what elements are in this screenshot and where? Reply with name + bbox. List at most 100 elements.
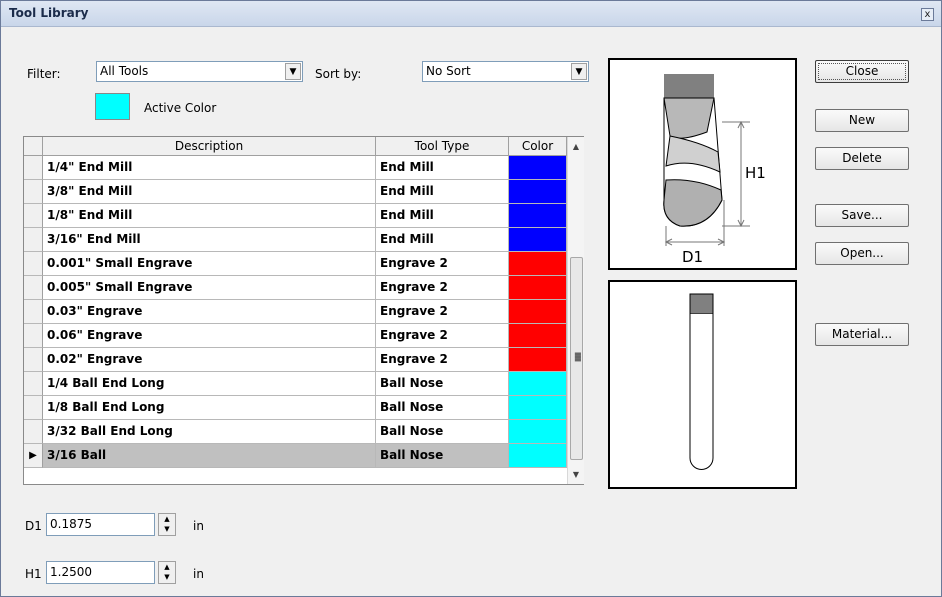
cell-color[interactable] — [509, 444, 567, 468]
cell-description[interactable]: 0.005" Small Engrave — [43, 276, 376, 300]
cell-tool-type[interactable]: End Mill — [376, 156, 509, 180]
cell-tool-type[interactable]: Ball Nose — [376, 396, 509, 420]
cell-color[interactable] — [509, 324, 567, 348]
stepper-up-icon[interactable]: ▲ — [159, 562, 175, 572]
stepper-down-icon[interactable]: ▼ — [159, 524, 175, 534]
cell-description[interactable]: 0.02" Engrave — [43, 348, 376, 372]
table-row[interactable]: 0.03" Engrave Engrave 2 — [24, 300, 567, 324]
sort-label: Sort by: — [315, 67, 362, 81]
row-header[interactable] — [24, 324, 43, 348]
cell-tool-type[interactable]: Engrave 2 — [376, 252, 509, 276]
chevron-down-icon[interactable]: ▼ — [285, 63, 301, 80]
cell-description[interactable]: 1/8" End Mill — [43, 204, 376, 228]
row-header[interactable] — [24, 228, 43, 252]
row-header[interactable] — [24, 204, 43, 228]
cell-description[interactable]: 3/8" End Mill — [43, 180, 376, 204]
cell-color[interactable] — [509, 396, 567, 420]
material-button[interactable]: Material... — [815, 323, 909, 346]
row-header[interactable] — [24, 300, 43, 324]
delete-button[interactable]: Delete — [815, 147, 909, 170]
cell-color[interactable] — [509, 228, 567, 252]
column-header-tool-type[interactable]: Tool Type — [376, 137, 509, 156]
d1-unit: in — [193, 519, 204, 533]
cell-tool-type[interactable]: Ball Nose — [376, 444, 509, 468]
column-header-color[interactable]: Color — [509, 137, 567, 156]
cell-description[interactable]: 1/4 Ball End Long — [43, 372, 376, 396]
table-row[interactable]: 1/8 Ball End Long Ball Nose — [24, 396, 567, 420]
row-header[interactable] — [24, 396, 43, 420]
row-header[interactable] — [24, 372, 43, 396]
cell-description[interactable]: 3/16" End Mill — [43, 228, 376, 252]
cell-description[interactable]: 1/8 Ball End Long — [43, 396, 376, 420]
window-close-icon[interactable]: x — [921, 8, 934, 21]
row-header[interactable] — [24, 180, 43, 204]
table-row[interactable]: 0.005" Small Engrave Engrave 2 — [24, 276, 567, 300]
active-color-label: Active Color — [144, 101, 217, 115]
tool-grid[interactable]: Description Tool Type Color 1/4" End Mil… — [23, 136, 584, 485]
close-button[interactable]: Close — [815, 60, 909, 83]
tool-diagram-panel: H1 D1 — [608, 58, 797, 270]
cell-tool-type[interactable]: Engrave 2 — [376, 300, 509, 324]
cell-tool-type[interactable]: Engrave 2 — [376, 276, 509, 300]
table-row[interactable]: 0.02" Engrave Engrave 2 — [24, 348, 567, 372]
table-row[interactable]: ▶ 3/16 Ball Ball Nose — [24, 444, 567, 468]
cell-color[interactable] — [509, 348, 567, 372]
stepper-down-icon[interactable]: ▼ — [159, 572, 175, 582]
cell-tool-type[interactable]: Engrave 2 — [376, 348, 509, 372]
cell-description[interactable]: 0.03" Engrave — [43, 300, 376, 324]
cell-color[interactable] — [509, 252, 567, 276]
row-header[interactable] — [24, 156, 43, 180]
cell-tool-type[interactable]: End Mill — [376, 180, 509, 204]
table-row[interactable]: 0.001" Small Engrave Engrave 2 — [24, 252, 567, 276]
table-row[interactable]: 0.06" Engrave Engrave 2 — [24, 324, 567, 348]
d1-input[interactable]: 0.1875 — [46, 513, 155, 536]
grid-scrollbar[interactable]: ▲ ▬ ▬ ▬ ▼ — [567, 137, 584, 484]
filter-select[interactable]: All Tools ▼ — [96, 61, 303, 82]
table-row[interactable]: 3/8" End Mill End Mill — [24, 180, 567, 204]
filter-value: All Tools — [100, 64, 149, 78]
cell-tool-type[interactable]: Ball Nose — [376, 420, 509, 444]
cell-color[interactable] — [509, 276, 567, 300]
cell-description[interactable]: 3/16 Ball — [43, 444, 376, 468]
row-header[interactable] — [24, 276, 43, 300]
column-header-description[interactable]: Description — [43, 137, 376, 156]
cell-color[interactable] — [509, 300, 567, 324]
chevron-down-icon[interactable]: ▼ — [571, 63, 587, 80]
d1-stepper[interactable]: ▲ ▼ — [158, 513, 176, 536]
table-row[interactable]: 1/4 Ball End Long Ball Nose — [24, 372, 567, 396]
row-header[interactable] — [24, 420, 43, 444]
stepper-up-icon[interactable]: ▲ — [159, 514, 175, 524]
cell-tool-type[interactable]: Ball Nose — [376, 372, 509, 396]
cell-color[interactable] — [509, 372, 567, 396]
h1-stepper[interactable]: ▲ ▼ — [158, 561, 176, 584]
scrollbar-thumb[interactable]: ▬ ▬ ▬ — [570, 257, 583, 460]
active-color-swatch[interactable] — [95, 93, 130, 120]
row-header[interactable] — [24, 252, 43, 276]
table-row[interactable]: 3/16" End Mill End Mill — [24, 228, 567, 252]
ball-nose-profile — [689, 293, 714, 470]
cell-color[interactable] — [509, 180, 567, 204]
scroll-down-icon[interactable]: ▼ — [568, 466, 584, 483]
save-button[interactable]: Save... — [815, 204, 909, 227]
cell-description[interactable]: 0.001" Small Engrave — [43, 252, 376, 276]
cell-color[interactable] — [509, 156, 567, 180]
open-button[interactable]: Open... — [815, 242, 909, 265]
h1-input[interactable]: 1.2500 — [46, 561, 155, 584]
cell-description[interactable]: 0.06" Engrave — [43, 324, 376, 348]
sort-select[interactable]: No Sort ▼ — [422, 61, 589, 82]
row-header[interactable] — [24, 348, 43, 372]
table-row[interactable]: 1/4" End Mill End Mill — [24, 156, 567, 180]
cell-color[interactable] — [509, 204, 567, 228]
cell-tool-type[interactable]: End Mill — [376, 228, 509, 252]
table-row[interactable]: 1/8" End Mill End Mill — [24, 204, 567, 228]
cell-tool-type[interactable]: End Mill — [376, 204, 509, 228]
cell-description[interactable]: 3/32 Ball End Long — [43, 420, 376, 444]
scroll-up-icon[interactable]: ▲ — [568, 138, 584, 155]
new-button[interactable]: New — [815, 109, 909, 132]
cell-tool-type[interactable]: Engrave 2 — [376, 324, 509, 348]
cell-color[interactable] — [509, 420, 567, 444]
current-row-arrow-icon[interactable]: ▶ — [24, 444, 43, 468]
tool-profile-panel — [608, 280, 797, 489]
cell-description[interactable]: 1/4" End Mill — [43, 156, 376, 180]
table-row[interactable]: 3/32 Ball End Long Ball Nose — [24, 420, 567, 444]
